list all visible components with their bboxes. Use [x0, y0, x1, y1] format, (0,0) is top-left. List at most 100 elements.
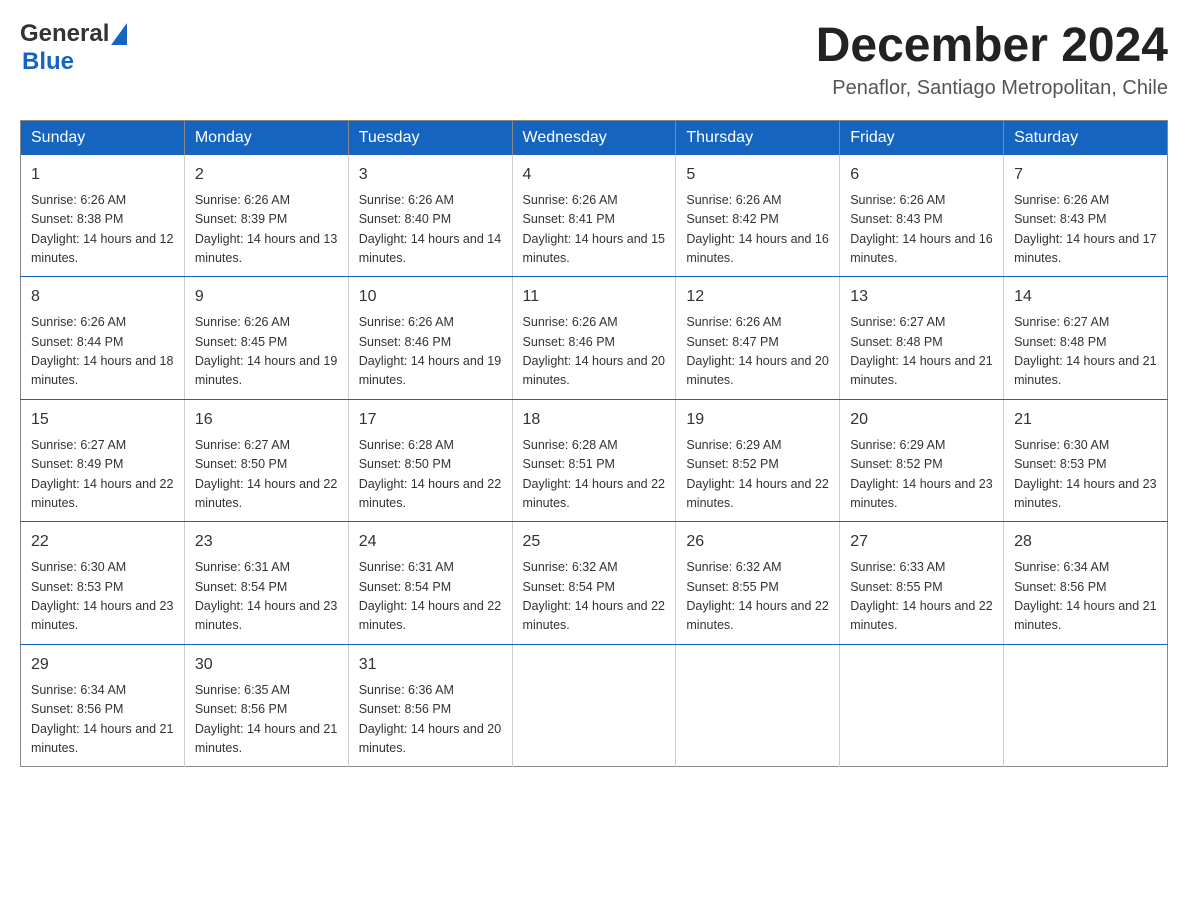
calendar-cell	[840, 644, 1004, 767]
calendar-cell: 15 Sunrise: 6:27 AM Sunset: 8:49 PM Dayl…	[21, 399, 185, 522]
sunrise-label: Sunrise: 6:36 AM	[359, 683, 454, 697]
day-number: 3	[359, 163, 502, 187]
month-title: December 2024	[816, 20, 1168, 73]
day-number: 24	[359, 530, 502, 554]
daylight-label: Daylight: 14 hours and 22 minutes.	[686, 477, 828, 510]
calendar-cell: 6 Sunrise: 6:26 AM Sunset: 8:43 PM Dayli…	[840, 155, 1004, 277]
day-info: Sunrise: 6:26 AM Sunset: 8:43 PM Dayligh…	[1014, 191, 1157, 269]
day-info: Sunrise: 6:26 AM Sunset: 8:38 PM Dayligh…	[31, 191, 174, 269]
day-number: 6	[850, 163, 993, 187]
calendar-cell: 24 Sunrise: 6:31 AM Sunset: 8:54 PM Dayl…	[348, 522, 512, 645]
daylight-label: Daylight: 14 hours and 12 minutes.	[31, 232, 173, 265]
daylight-label: Daylight: 14 hours and 16 minutes.	[850, 232, 992, 265]
sunset-label: Sunset: 8:47 PM	[686, 335, 778, 349]
sunset-label: Sunset: 8:41 PM	[523, 212, 615, 226]
day-header-sunday: Sunday	[21, 120, 185, 155]
sunrise-label: Sunrise: 6:26 AM	[1014, 193, 1109, 207]
calendar-week-row: 8 Sunrise: 6:26 AM Sunset: 8:44 PM Dayli…	[21, 277, 1168, 400]
calendar-cell: 27 Sunrise: 6:33 AM Sunset: 8:55 PM Dayl…	[840, 522, 1004, 645]
daylight-label: Daylight: 14 hours and 22 minutes.	[850, 599, 992, 632]
sunrise-label: Sunrise: 6:29 AM	[686, 438, 781, 452]
day-info: Sunrise: 6:32 AM Sunset: 8:54 PM Dayligh…	[523, 558, 666, 636]
calendar-cell: 17 Sunrise: 6:28 AM Sunset: 8:50 PM Dayl…	[348, 399, 512, 522]
sunrise-label: Sunrise: 6:28 AM	[359, 438, 454, 452]
sunrise-label: Sunrise: 6:26 AM	[523, 193, 618, 207]
calendar-cell: 2 Sunrise: 6:26 AM Sunset: 8:39 PM Dayli…	[184, 155, 348, 277]
sunset-label: Sunset: 8:48 PM	[850, 335, 942, 349]
sunrise-label: Sunrise: 6:26 AM	[686, 315, 781, 329]
sunset-label: Sunset: 8:53 PM	[31, 580, 123, 594]
daylight-label: Daylight: 14 hours and 22 minutes.	[359, 477, 501, 510]
sunrise-label: Sunrise: 6:33 AM	[850, 560, 945, 574]
day-number: 13	[850, 285, 993, 309]
day-number: 12	[686, 285, 829, 309]
daylight-label: Daylight: 14 hours and 21 minutes.	[850, 354, 992, 387]
daylight-label: Daylight: 14 hours and 14 minutes.	[359, 232, 501, 265]
sunset-label: Sunset: 8:51 PM	[523, 457, 615, 471]
day-info: Sunrise: 6:32 AM Sunset: 8:55 PM Dayligh…	[686, 558, 829, 636]
calendar-cell: 30 Sunrise: 6:35 AM Sunset: 8:56 PM Dayl…	[184, 644, 348, 767]
sunset-label: Sunset: 8:48 PM	[1014, 335, 1106, 349]
day-number: 4	[523, 163, 666, 187]
calendar-cell: 10 Sunrise: 6:26 AM Sunset: 8:46 PM Dayl…	[348, 277, 512, 400]
day-info: Sunrise: 6:29 AM Sunset: 8:52 PM Dayligh…	[686, 436, 829, 514]
day-number: 9	[195, 285, 338, 309]
day-number: 14	[1014, 285, 1157, 309]
sunset-label: Sunset: 8:55 PM	[686, 580, 778, 594]
calendar-cell: 18 Sunrise: 6:28 AM Sunset: 8:51 PM Dayl…	[512, 399, 676, 522]
day-info: Sunrise: 6:36 AM Sunset: 8:56 PM Dayligh…	[359, 681, 502, 759]
day-info: Sunrise: 6:26 AM Sunset: 8:46 PM Dayligh…	[359, 313, 502, 391]
sunrise-label: Sunrise: 6:26 AM	[31, 193, 126, 207]
day-info: Sunrise: 6:26 AM Sunset: 8:45 PM Dayligh…	[195, 313, 338, 391]
calendar-cell: 12 Sunrise: 6:26 AM Sunset: 8:47 PM Dayl…	[676, 277, 840, 400]
day-info: Sunrise: 6:28 AM Sunset: 8:51 PM Dayligh…	[523, 436, 666, 514]
sunset-label: Sunset: 8:54 PM	[359, 580, 451, 594]
day-number: 19	[686, 408, 829, 432]
calendar-cell: 5 Sunrise: 6:26 AM Sunset: 8:42 PM Dayli…	[676, 155, 840, 277]
daylight-label: Daylight: 14 hours and 23 minutes.	[31, 599, 173, 632]
sunset-label: Sunset: 8:43 PM	[850, 212, 942, 226]
daylight-label: Daylight: 14 hours and 18 minutes.	[31, 354, 173, 387]
calendar-cell: 25 Sunrise: 6:32 AM Sunset: 8:54 PM Dayl…	[512, 522, 676, 645]
day-number: 22	[31, 530, 174, 554]
daylight-label: Daylight: 14 hours and 23 minutes.	[850, 477, 992, 510]
daylight-label: Daylight: 14 hours and 21 minutes.	[195, 722, 337, 755]
day-header-monday: Monday	[184, 120, 348, 155]
day-number: 2	[195, 163, 338, 187]
calendar-table: SundayMondayTuesdayWednesdayThursdayFrid…	[20, 120, 1168, 768]
day-number: 27	[850, 530, 993, 554]
sunrise-label: Sunrise: 6:27 AM	[195, 438, 290, 452]
sunrise-label: Sunrise: 6:26 AM	[359, 315, 454, 329]
daylight-label: Daylight: 14 hours and 23 minutes.	[195, 599, 337, 632]
calendar-cell: 1 Sunrise: 6:26 AM Sunset: 8:38 PM Dayli…	[21, 155, 185, 277]
sunset-label: Sunset: 8:55 PM	[850, 580, 942, 594]
sunrise-label: Sunrise: 6:31 AM	[359, 560, 454, 574]
day-number: 1	[31, 163, 174, 187]
daylight-label: Daylight: 14 hours and 20 minutes.	[686, 354, 828, 387]
sunrise-label: Sunrise: 6:30 AM	[31, 560, 126, 574]
day-info: Sunrise: 6:34 AM Sunset: 8:56 PM Dayligh…	[1014, 558, 1157, 636]
sunrise-label: Sunrise: 6:26 AM	[523, 315, 618, 329]
calendar-cell	[676, 644, 840, 767]
calendar-cell: 26 Sunrise: 6:32 AM Sunset: 8:55 PM Dayl…	[676, 522, 840, 645]
day-info: Sunrise: 6:26 AM Sunset: 8:44 PM Dayligh…	[31, 313, 174, 391]
calendar-cell: 11 Sunrise: 6:26 AM Sunset: 8:46 PM Dayl…	[512, 277, 676, 400]
sunrise-label: Sunrise: 6:31 AM	[195, 560, 290, 574]
calendar-cell: 3 Sunrise: 6:26 AM Sunset: 8:40 PM Dayli…	[348, 155, 512, 277]
day-info: Sunrise: 6:35 AM Sunset: 8:56 PM Dayligh…	[195, 681, 338, 759]
sunrise-label: Sunrise: 6:34 AM	[1014, 560, 1109, 574]
day-number: 20	[850, 408, 993, 432]
day-info: Sunrise: 6:27 AM Sunset: 8:48 PM Dayligh…	[850, 313, 993, 391]
calendar-cell: 13 Sunrise: 6:27 AM Sunset: 8:48 PM Dayl…	[840, 277, 1004, 400]
day-number: 25	[523, 530, 666, 554]
calendar-cell	[1004, 644, 1168, 767]
sunrise-label: Sunrise: 6:27 AM	[850, 315, 945, 329]
sunrise-label: Sunrise: 6:26 AM	[195, 315, 290, 329]
sunset-label: Sunset: 8:53 PM	[1014, 457, 1106, 471]
sunset-label: Sunset: 8:40 PM	[359, 212, 451, 226]
day-header-friday: Friday	[840, 120, 1004, 155]
sunrise-label: Sunrise: 6:26 AM	[195, 193, 290, 207]
sunset-label: Sunset: 8:56 PM	[359, 702, 451, 716]
sunrise-label: Sunrise: 6:26 AM	[850, 193, 945, 207]
calendar-cell: 8 Sunrise: 6:26 AM Sunset: 8:44 PM Dayli…	[21, 277, 185, 400]
